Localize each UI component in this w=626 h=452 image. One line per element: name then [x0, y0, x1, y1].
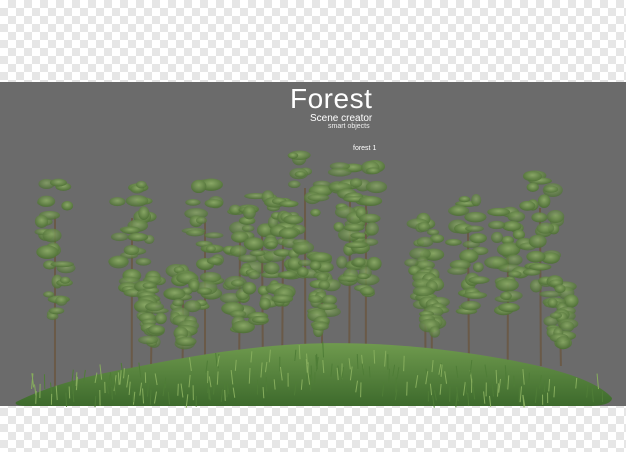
forest-illustration	[15, 150, 612, 408]
tree	[133, 270, 169, 373]
tree	[445, 193, 490, 371]
tree	[539, 275, 579, 367]
tree	[484, 206, 530, 373]
tree	[34, 178, 76, 389]
